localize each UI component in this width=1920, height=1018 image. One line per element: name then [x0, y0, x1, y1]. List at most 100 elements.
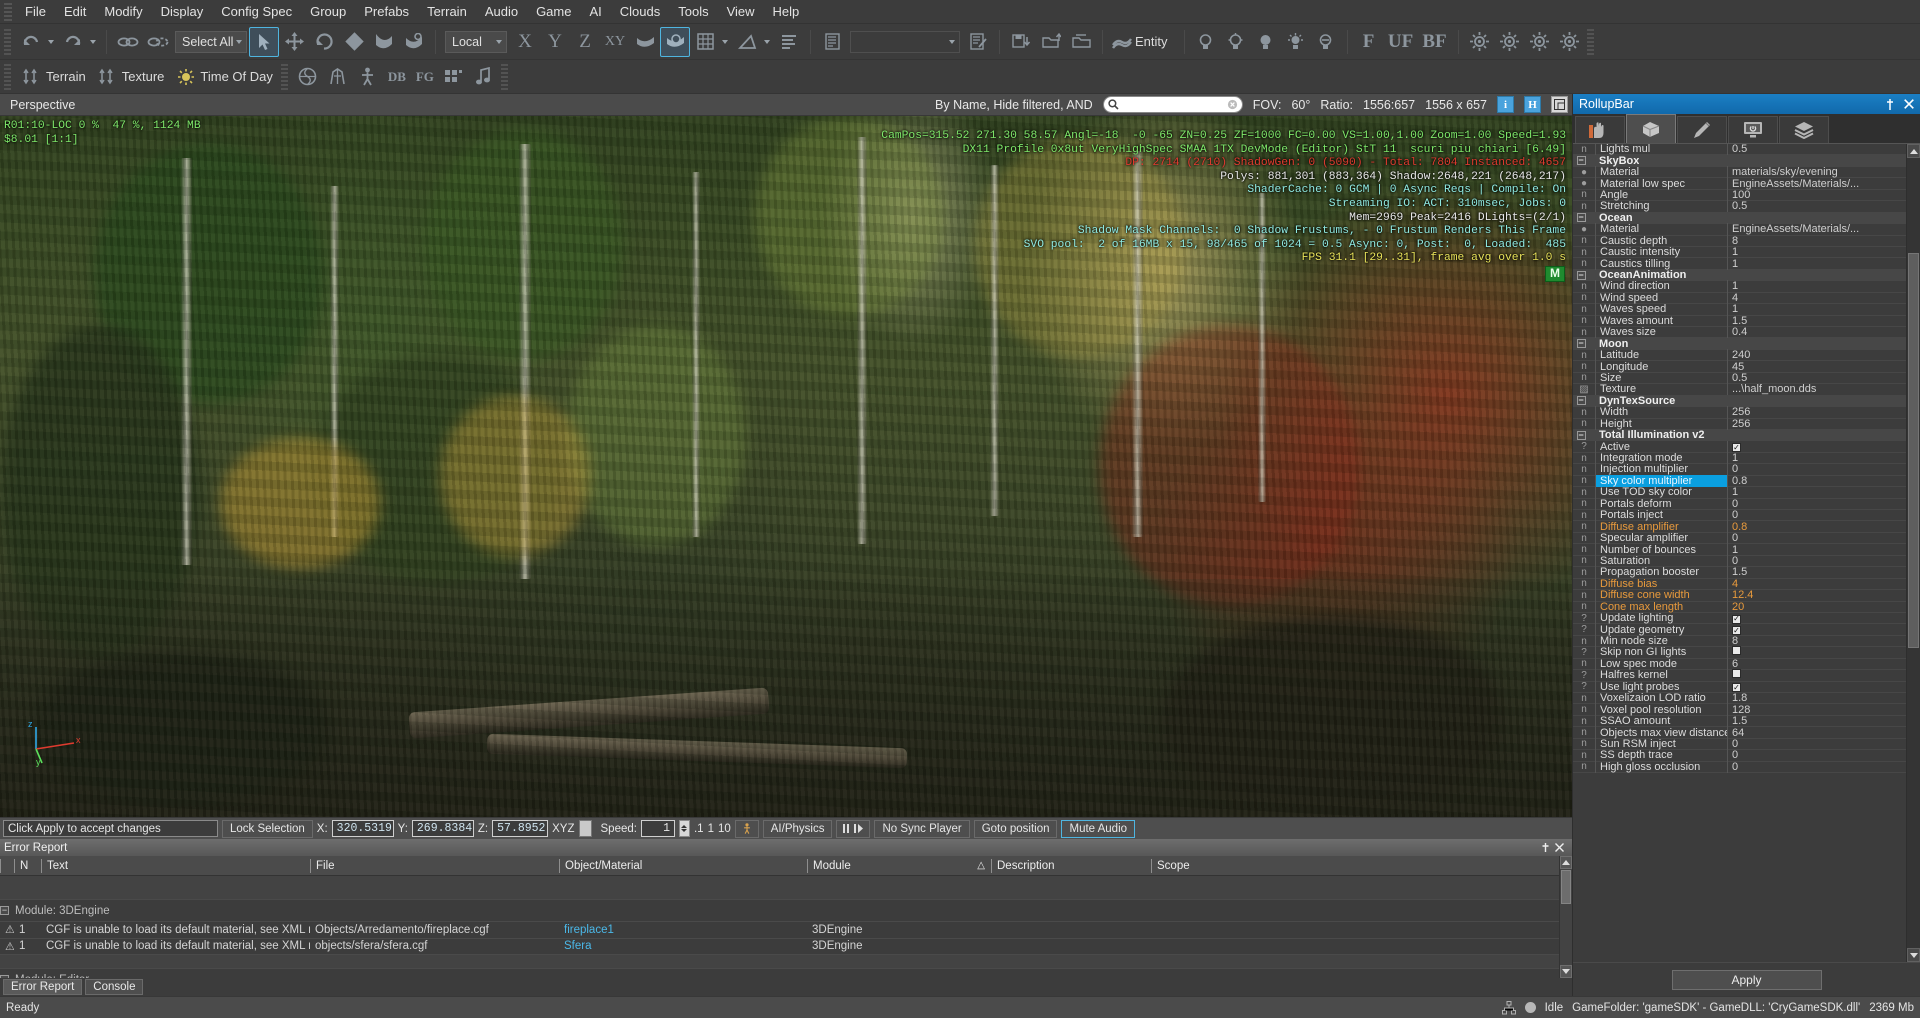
property-value[interactable]: 8	[1727, 635, 1906, 647]
property-value[interactable]: 12.4	[1727, 589, 1906, 601]
property-value[interactable]: 4	[1727, 578, 1906, 590]
checkbox[interactable]: ✓	[1732, 615, 1741, 624]
menu-item-group[interactable]: Group	[301, 1, 355, 22]
angle-dropdown[interactable]	[762, 27, 774, 57]
property-value[interactable]: 6	[1727, 658, 1906, 670]
property-value[interactable]: 1	[1727, 303, 1906, 315]
menu-item-tools[interactable]: Tools	[669, 1, 717, 22]
3d-viewport[interactable]: z x y R01:10-LOC 0 % 47 %, 1124 MB$8.01 …	[0, 116, 1572, 817]
property-value[interactable]: 20	[1727, 601, 1906, 613]
col-module[interactable]: Module △	[807, 859, 991, 873]
close-icon[interactable]	[1555, 843, 1564, 852]
property-value[interactable]: 1	[1727, 280, 1906, 292]
property-value[interactable]: 256	[1727, 406, 1906, 418]
collapse-icon[interactable]: −	[0, 906, 9, 915]
close-icon[interactable]	[1904, 99, 1914, 109]
property-value[interactable]: 0.4	[1727, 326, 1906, 338]
tab-console[interactable]: Console	[85, 979, 143, 995]
col-text[interactable]: Text	[41, 859, 310, 873]
light-area-button[interactable]	[1251, 27, 1281, 57]
col-scope[interactable]: Scope	[1151, 859, 1559, 873]
ai-physics-button[interactable]: AI/Physics	[763, 820, 833, 838]
col-n[interactable]: N	[14, 859, 41, 873]
collapse-icon[interactable]: −	[1577, 339, 1586, 348]
collapse-icon[interactable]: −	[1577, 213, 1586, 222]
entity-icon[interactable]	[1109, 27, 1135, 57]
scroll-thumb[interactable]	[1561, 870, 1571, 904]
ui-emulator-button[interactable]	[439, 62, 469, 92]
menu-item-audio[interactable]: Audio	[476, 1, 527, 22]
error-group-header[interactable]: −Module: Editor	[0, 969, 1559, 978]
property-value[interactable]: ...\half_moon.dds	[1727, 383, 1906, 395]
terrain-editor-button[interactable]: Terrain	[16, 62, 92, 92]
property-value[interactable]: 1	[1727, 452, 1906, 464]
flowgraph-button[interactable]: FG	[411, 62, 439, 92]
select-tool-button[interactable]	[249, 27, 279, 57]
layers-list-button[interactable]	[774, 27, 804, 57]
menu-item-edit[interactable]: Edit	[55, 1, 95, 22]
property-value[interactable]: EngineAssets/Materials/...	[1727, 178, 1906, 190]
menu-item-game[interactable]: Game	[527, 1, 580, 22]
constrain-object-button[interactable]	[660, 27, 690, 57]
y-coordinate-input[interactable]: 269.8384	[412, 820, 474, 837]
collapse-icon[interactable]: −	[1577, 431, 1586, 440]
menu-item-ai[interactable]: AI	[580, 1, 610, 22]
rollup-scroll-thumb[interactable]	[1908, 253, 1919, 648]
menu-item-config-spec[interactable]: Config Spec	[212, 1, 301, 22]
x-coordinate-input[interactable]: 320.5319	[332, 820, 394, 837]
settings-gear-3-button[interactable]	[1525, 27, 1555, 57]
constrain-y-button[interactable]: Y	[540, 27, 570, 57]
property-value[interactable]: 4	[1727, 292, 1906, 304]
menu-item-view[interactable]: View	[718, 1, 764, 22]
pin-icon[interactable]	[1541, 843, 1550, 852]
load-level-button[interactable]	[1036, 27, 1066, 57]
console-button[interactable]	[817, 27, 847, 57]
lock-selection-button[interactable]: Lock Selection	[222, 820, 313, 838]
menu-item-file[interactable]: File	[16, 1, 55, 22]
speed-input[interactable]: 1	[641, 820, 675, 837]
light-probe-button[interactable]	[1221, 27, 1251, 57]
light-spot-button[interactable]	[1311, 27, 1341, 57]
redo-button[interactable]	[58, 27, 88, 57]
cell-object-material[interactable]: Sfera	[559, 940, 807, 952]
speed-stepper[interactable]	[679, 820, 690, 837]
import-export-button[interactable]	[1066, 27, 1096, 57]
constrain-z-button[interactable]: Z	[570, 27, 600, 57]
property-value[interactable]: 45	[1727, 361, 1906, 373]
settings-gear-4-button[interactable]	[1555, 27, 1585, 57]
checkbox[interactable]: ✓	[1732, 443, 1741, 452]
z-coordinate-input[interactable]: 57.8952	[492, 820, 548, 837]
database-view-button[interactable]: DB	[383, 62, 411, 92]
property-value[interactable]: 1.8	[1727, 692, 1906, 704]
link-button[interactable]	[113, 27, 143, 57]
property-value[interactable]: 1.5	[1727, 315, 1906, 327]
constrain-xy-button[interactable]: XY	[600, 27, 630, 57]
col-description[interactable]: Description	[991, 859, 1151, 873]
rollup-tab-terrain[interactable]	[1626, 114, 1676, 143]
menu-item-modify[interactable]: Modify	[95, 1, 151, 22]
property-value[interactable]: 0	[1727, 498, 1906, 510]
search-input[interactable]	[1103, 96, 1243, 113]
rollup-scroll-track[interactable]	[1907, 158, 1920, 948]
player-spawn-button[interactable]	[735, 820, 759, 838]
viewport-title[interactable]: Perspective	[0, 98, 75, 112]
property-value[interactable]: 240	[1727, 349, 1906, 361]
property-value[interactable]: 0	[1727, 463, 1906, 475]
script-edit-button[interactable]	[963, 27, 993, 57]
scale-tool-button[interactable]	[339, 27, 369, 57]
helpers-toggle-button[interactable]: H	[1524, 96, 1541, 113]
angle-snap-button[interactable]	[732, 27, 762, 57]
property-value[interactable]: 256	[1727, 418, 1906, 430]
col-object-material[interactable]: Object/Material	[559, 859, 807, 873]
audio-controls-button[interactable]	[469, 62, 499, 92]
fov-value[interactable]: 60°	[1291, 98, 1310, 112]
material-editor-button[interactable]	[293, 62, 323, 92]
property-value[interactable]: materials/sky/evening	[1727, 166, 1906, 178]
texture-editor-button[interactable]: Texture	[92, 62, 171, 92]
unlink-button[interactable]	[143, 27, 173, 57]
rotate-tool-button[interactable]	[309, 27, 339, 57]
rollup-scroll-up-button[interactable]	[1907, 144, 1920, 158]
time-of-day-button[interactable]: Time Of Day	[170, 62, 278, 92]
rollup-tab-layers[interactable]	[1779, 116, 1829, 143]
property-value[interactable]: 1	[1727, 544, 1906, 556]
